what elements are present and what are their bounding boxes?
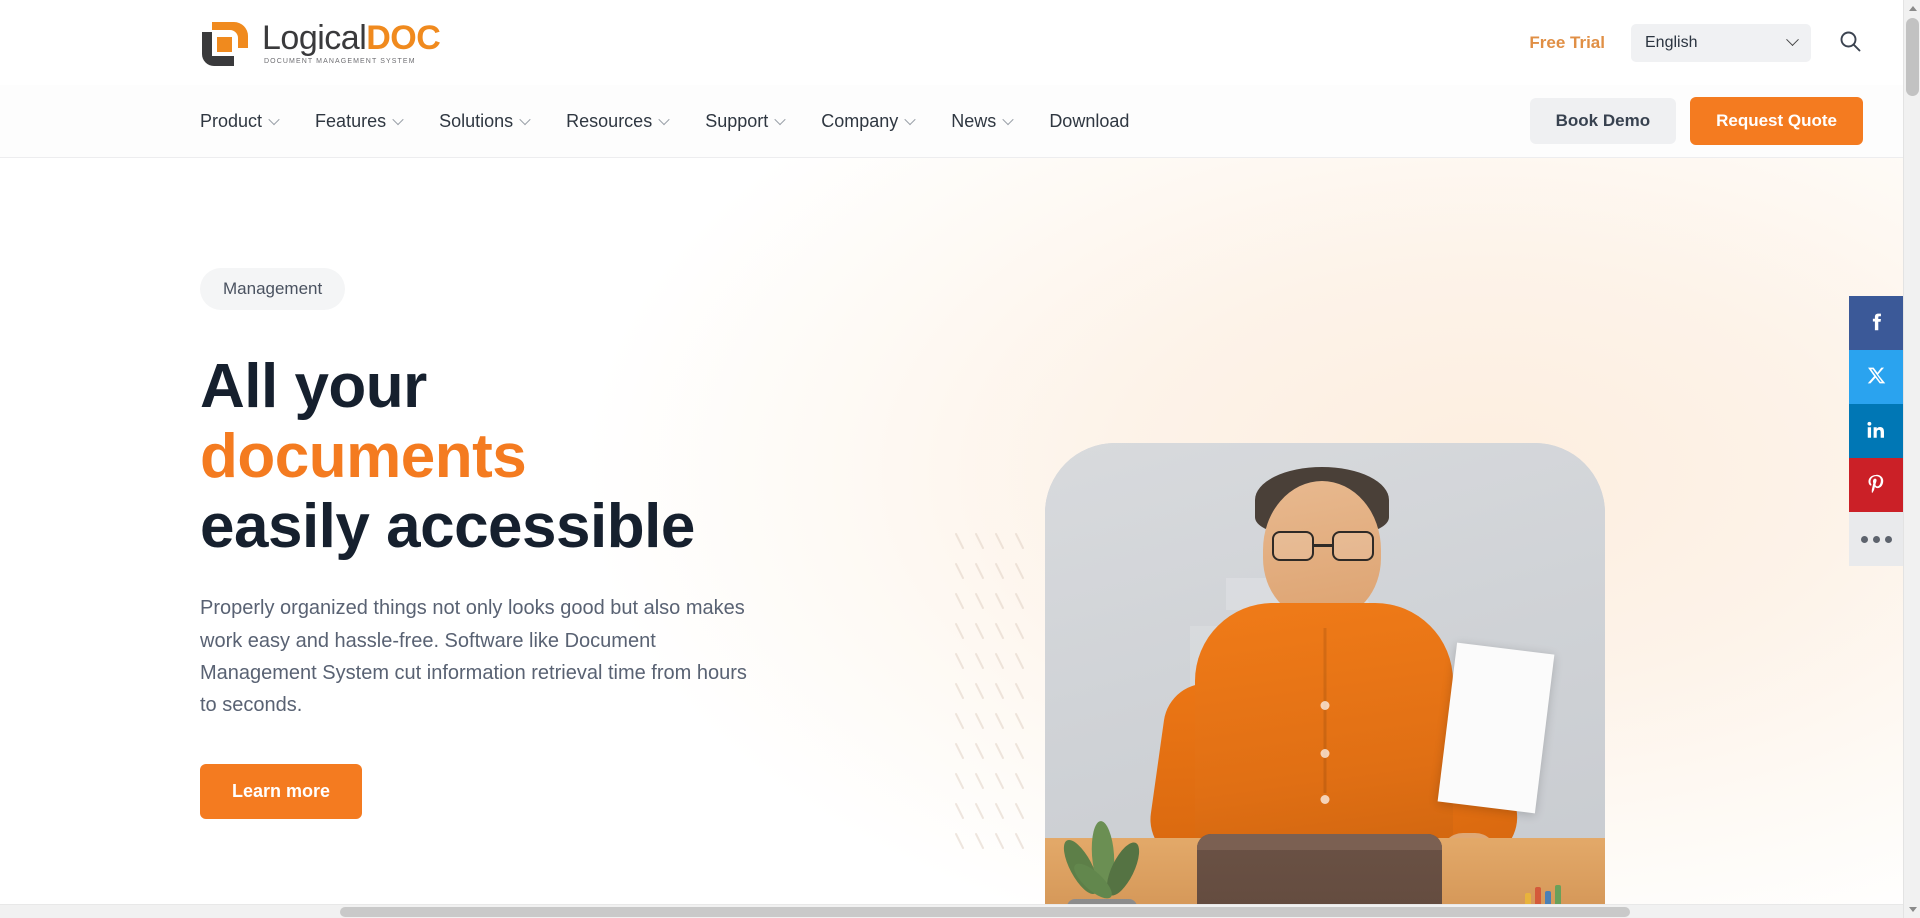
search-button[interactable] [1837,30,1863,56]
logo-text: LogicalDOC DOCUMENT MANAGEMENT SYSTEM [262,18,441,65]
pencil [1555,885,1561,904]
share-x-button[interactable] [1849,350,1903,404]
horizontal-scrollbar-thumb[interactable] [340,907,1630,917]
shirt-button [1320,749,1330,758]
monitor [1197,834,1442,904]
scroll-up-button[interactable] [1904,0,1920,17]
browser-page: LogicalDOC DOCUMENT MANAGEMENT SYSTEM Fr… [0,0,1920,918]
site-logo[interactable]: LogicalDOC DOCUMENT MANAGEMENT SYSTEM [200,18,441,68]
hero-section: Management All your documents easily acc… [0,158,1903,904]
logo-word-part1: Logical [262,18,367,57]
share-facebook-button[interactable] [1849,296,1903,350]
logo-tagline: DOCUMENT MANAGEMENT SYSTEM [264,57,416,65]
request-quote-button[interactable]: Request Quote [1690,97,1863,145]
utility-bar: LogicalDOC DOCUMENT MANAGEMENT SYSTEM Fr… [0,0,1903,85]
shirt-button [1320,701,1330,710]
hatch-pattern-decoration [955,533,1024,849]
more-dots-icon [1860,535,1892,543]
pencil [1535,887,1541,904]
hero-category-badge[interactable]: Management [200,268,346,310]
language-select[interactable]: English [1631,23,1811,62]
hero-photo [1045,443,1605,904]
horizontal-scrollbar[interactable] [0,904,1903,918]
plant-leaves [1063,821,1140,899]
nav-item-label: Resources [566,110,653,131]
hero-content: Management All your documents easily acc… [0,158,760,819]
nav-item-label: Download [1049,110,1130,131]
nav-item-support[interactable]: Support [705,110,786,132]
facebook-icon [1865,311,1887,336]
share-linkedin-button[interactable] [1849,404,1903,458]
nav-item-product[interactable]: Product [200,110,280,132]
chevron-down-icon [268,113,280,126]
hero-title-highlight: documents [200,422,527,492]
monitor-bezel [1197,834,1442,850]
language-select-value: English [1645,33,1698,51]
linkedin-icon [1865,419,1887,444]
chevron-down-icon [904,113,916,126]
chevron-down-icon [774,113,786,126]
pinterest-icon [1865,473,1887,498]
pencil [1525,893,1531,904]
pencil [1545,891,1551,904]
share-more-button[interactable] [1849,512,1903,566]
shirt-placket [1323,628,1327,793]
chevron-down-icon [1786,33,1799,47]
nav-item-download[interactable]: Download [1049,111,1129,132]
nav-cta-group: Book Demo Request Quote [1529,97,1863,145]
nav-item-solutions[interactable]: Solutions [439,110,531,132]
hero-title-line2: easily accessible [200,492,695,562]
main-navigation: Product Features Solutions Resources Sup… [0,85,1903,158]
glasses-icon [1272,531,1374,561]
nav-item-list: Product Features Solutions Resources Sup… [200,111,1129,132]
nav-item-label: News [951,110,997,131]
chevron-down-icon [392,113,404,126]
nav-item-features[interactable]: Features [315,110,404,132]
search-icon [1838,29,1862,56]
shirt-button [1320,795,1330,804]
nav-item-resources[interactable]: Resources [566,110,670,132]
vertical-scrollbar[interactable] [1903,0,1920,918]
paper-sheet [1437,642,1555,814]
hero-illustration [930,433,1605,904]
hero-title-plain: All your [200,352,427,421]
logicaldoc-logo-icon [200,18,250,68]
free-trial-link[interactable]: Free Trial [1529,33,1605,53]
nav-item-label: Support [705,110,769,131]
vertical-scrollbar-thumb[interactable] [1906,18,1919,96]
hero-title: All your documents easily accessible [200,352,760,562]
logo-word-part2: DOC [366,18,441,57]
nav-item-label: Company [821,110,899,131]
learn-more-button[interactable]: Learn more [200,763,363,819]
nav-item-company[interactable]: Company [821,110,916,132]
chevron-down-icon [519,113,531,126]
nav-item-label: Features [315,110,387,131]
share-pinterest-button[interactable] [1849,458,1903,512]
social-share-rail [1849,296,1903,566]
chevron-down-icon [658,113,670,126]
nav-item-label: Solutions [439,110,514,131]
nav-item-label: Product [200,110,263,131]
utility-bar-actions: Free Trial English [1529,23,1863,62]
x-twitter-icon [1866,365,1887,389]
nav-item-news[interactable]: News [951,110,1014,132]
hero-description: Properly organized things not only looks… [200,597,747,717]
chevron-down-icon [1002,113,1014,126]
page-viewport: LogicalDOC DOCUMENT MANAGEMENT SYSTEM Fr… [0,0,1903,904]
book-demo-button[interactable]: Book Demo [1529,98,1677,144]
scroll-down-button[interactable] [1904,901,1920,918]
